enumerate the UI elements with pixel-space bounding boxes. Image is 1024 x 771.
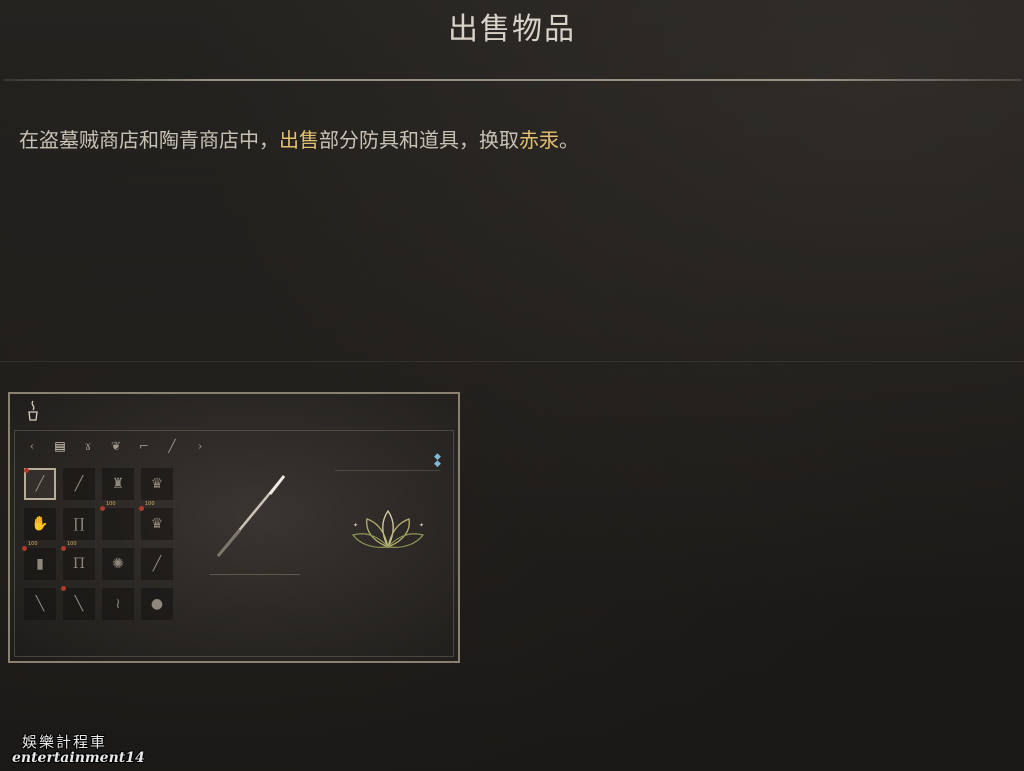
rod-icon: ╲ [35, 596, 45, 612]
staff-icon: ╱ [74, 476, 84, 492]
title-divider [4, 79, 1022, 81]
item-slot[interactable]: ✋ 100 [24, 508, 56, 547]
category-tabs: ‹ ▤ ɤ ❦ ⌐ ╱ › [24, 438, 208, 454]
lotus-icon: ✦ ✦ [351, 509, 424, 549]
forward-arrow-icon[interactable]: › [192, 438, 208, 454]
preview-divider [210, 574, 300, 575]
item-slot[interactable]: ✺ [102, 548, 134, 580]
description-part: 部分防具和道具，换取 [319, 128, 519, 152]
new-marker-icon [61, 546, 66, 551]
item-slot[interactable]: ╱ [63, 468, 95, 500]
item-cost: 100 [28, 541, 38, 547]
item-slot[interactable]: ∏ 100 [63, 508, 95, 547]
section-divider [0, 361, 1024, 362]
incense-icon [26, 400, 40, 422]
item-slot[interactable]: Π [61, 546, 95, 580]
gourd-icon[interactable]: ɤ [80, 438, 96, 454]
highlight-currency: 赤汞 [519, 128, 559, 152]
item-slot[interactable]: ╱ [24, 468, 56, 500]
rod-icon: ╲ [74, 596, 84, 612]
back-arrow-icon[interactable]: ‹ [24, 438, 40, 454]
item-slot[interactable]: ╲ [24, 588, 56, 620]
item-slot[interactable]: ≀ [102, 588, 134, 620]
description-text: 在盗墓贼商店和陶青商店中，出售部分防具和道具，换取赤汞。 [19, 124, 579, 153]
new-marker-icon [61, 586, 66, 591]
chest-icon[interactable]: ▤ [52, 438, 68, 454]
item-slot[interactable] [100, 506, 134, 540]
vine-icon: ≀ [115, 596, 121, 612]
bracer-icon: ▮ [36, 556, 44, 572]
item-cost: 100 [145, 501, 155, 507]
greaves-icon: ∏ [73, 516, 85, 532]
armor-icon: ♛ [150, 516, 164, 532]
svg-text:✦: ✦ [419, 522, 424, 529]
svg-text:✦: ✦ [353, 522, 358, 529]
armor-icon: ♛ [150, 476, 164, 492]
leaf-icon[interactable]: ❦ [108, 438, 124, 454]
watermark-cn: 娛樂計程車 [22, 733, 108, 751]
attribute-divider [335, 470, 440, 471]
item-slot[interactable]: ● [141, 588, 173, 620]
new-marker-icon [22, 546, 27, 551]
item-slot[interactable]: ♛ 100 [141, 468, 173, 507]
item-slot[interactable]: ♜ 100 [102, 468, 134, 507]
gauntlet-icon: ✋ [31, 516, 49, 532]
item-cost: 100 [67, 541, 77, 547]
highlight-sell: 出售 [279, 128, 319, 152]
wreath-icon: ✺ [112, 556, 124, 572]
spear-icon: ╱ [35, 476, 45, 492]
game-screenshot: ‹ ▤ ɤ ❦ ⌐ ╱ › ◆ ◆ ╱ ╱ ♜ 100 ♛ 100 ✋ 100 ∏ 100 ♛ ▮ Π ✺ ╱ ╲ ╲ ≀ ● ✦… [8, 392, 460, 663]
item-grid: ╱ ╱ ♜ 100 ♛ 100 ✋ 100 ∏ 100 ♛ ▮ Π ✺ ╱ ╲ ╲ ≀ ● [22, 468, 173, 622]
leggings-icon: Π [72, 556, 86, 572]
description-part: 在盗墓贼商店和陶青商店中， [19, 128, 279, 152]
item-slot[interactable]: ╲ [61, 586, 95, 620]
helmet-icon: ♜ [111, 476, 125, 492]
new-marker-icon [100, 506, 105, 511]
watermark: 娛樂計程車 entertainment14 [12, 731, 145, 766]
new-marker-icon [139, 506, 144, 511]
item-cost: 100 [106, 501, 116, 507]
diamond-icon: ◆ ◆ [434, 452, 441, 469]
boot-icon[interactable]: ⌐ [136, 438, 152, 454]
new-marker-icon [24, 468, 29, 473]
spear-icon[interactable]: ╱ [164, 438, 180, 454]
spear-icon [216, 475, 286, 557]
item-slot[interactable]: ♛ [139, 506, 173, 540]
page-title: 出售物品 [448, 12, 576, 47]
staff-icon: ╱ [152, 556, 162, 572]
item-slot[interactable]: ▮ [22, 546, 56, 580]
item-slot[interactable]: ╱ [141, 548, 173, 580]
mask-icon: ● [150, 596, 164, 612]
watermark-en: entertainment14 [12, 750, 145, 766]
description-part: 。 [559, 128, 579, 152]
